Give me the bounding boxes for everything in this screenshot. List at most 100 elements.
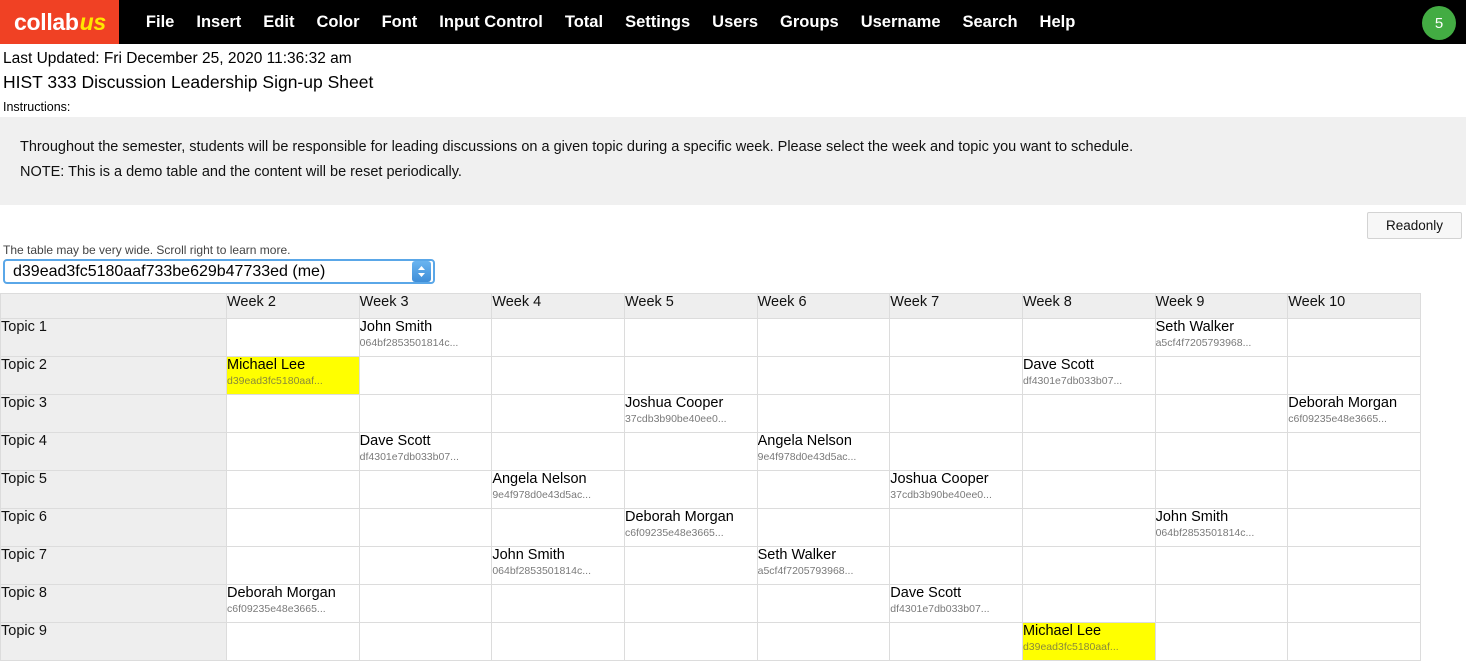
nav-item-total[interactable]: Total [554,0,614,44]
signup-cell[interactable] [226,394,360,433]
signup-cell[interactable] [358,508,493,547]
signup-cell[interactable] [889,622,1023,661]
signup-cell[interactable]: Dave Scott df4301e7db033b07... [889,584,1023,623]
signup-cell[interactable]: John Smith 064bf2853501814c... [491,546,625,585]
signup-cell[interactable] [623,622,758,661]
signup-cell[interactable] [1287,318,1421,357]
signup-cell[interactable] [1287,622,1421,661]
app-logo[interactable]: collab us [0,0,119,44]
signup-cell[interactable] [756,622,891,661]
signup-cell[interactable] [226,432,360,471]
nav-item-users[interactable]: Users [701,0,769,44]
nav-item-font[interactable]: Font [371,0,429,44]
signup-cell[interactable] [1021,584,1156,623]
signup-cell[interactable] [623,470,758,509]
nav-item-groups[interactable]: Groups [769,0,850,44]
signup-cell[interactable] [889,432,1023,471]
nav-item-input-control[interactable]: Input Control [428,0,554,44]
signup-cell[interactable] [226,470,360,509]
signup-cell[interactable] [491,318,625,357]
chevron-updown-icon[interactable] [412,261,431,282]
nav-item-file[interactable]: File [135,0,185,44]
signup-cell[interactable] [226,546,360,585]
signup-cell[interactable] [491,508,625,547]
signup-cell[interactable]: Dave Scott df4301e7db033b07... [358,432,493,471]
signup-cell[interactable] [1021,470,1156,509]
signup-cell[interactable] [1287,470,1421,509]
signup-cell[interactable] [889,318,1023,357]
user-select[interactable]: d39ead3fc5180aaf733be629b47733ed (me) [3,259,435,284]
notification-badge[interactable]: 5 [1422,6,1456,40]
signup-cell[interactable] [226,508,360,547]
signup-cell[interactable] [889,394,1023,433]
signup-cell[interactable] [1021,508,1156,547]
nav-item-insert[interactable]: Insert [185,0,252,44]
signup-cell[interactable] [1287,584,1421,623]
signup-cell[interactable] [756,508,891,547]
signup-cell[interactable] [756,356,891,395]
nav-item-username[interactable]: Username [850,0,952,44]
signup-cell[interactable] [889,546,1023,585]
signup-cell[interactable] [756,470,891,509]
signup-cell[interactable] [1021,546,1156,585]
signup-cell[interactable] [756,394,891,433]
signup-cell[interactable] [623,584,758,623]
signup-cell[interactable] [889,508,1023,547]
signup-cell[interactable] [1154,470,1289,509]
signup-cell[interactable] [1021,318,1156,357]
nav-item-color[interactable]: Color [305,0,370,44]
signup-table-container[interactable]: Week 2 Week 3 Week 4 Week 5 Week 6 Week 7 Week… [0,293,1421,661]
signup-cell[interactable] [491,584,625,623]
signup-cell[interactable] [623,356,758,395]
signup-cell[interactable] [1287,356,1421,395]
signup-cell[interactable]: Angela Nelson 9e4f978d0e43d5ac... [491,470,625,509]
readonly-button[interactable]: Readonly [1366,212,1462,239]
signup-cell[interactable]: Michael Lee d39ead3fc5180aaf... [1021,622,1156,661]
signup-cell[interactable] [1287,546,1421,585]
signup-cell[interactable] [756,584,891,623]
signup-cell[interactable] [491,394,625,433]
signup-cell[interactable] [889,356,1023,395]
signup-cell[interactable] [491,432,625,471]
signup-cell[interactable] [226,318,360,357]
signup-cell[interactable]: Seth Walker a5cf4f7205793968... [1154,318,1289,357]
signup-cell[interactable] [358,394,493,433]
signup-cell[interactable] [358,470,493,509]
nav-item-search[interactable]: Search [952,0,1029,44]
signup-cell[interactable] [226,622,360,661]
signup-cell[interactable] [1154,394,1289,433]
signup-cell[interactable] [491,356,625,395]
signup-cell[interactable]: Deborah Morgan c6f09235e48e3665... [226,584,360,623]
signup-cell[interactable] [623,318,758,357]
signup-cell[interactable] [358,622,493,661]
signup-cell[interactable] [1154,432,1289,471]
signup-cell[interactable]: Joshua Cooper 37cdb3b90be40ee0... [889,470,1023,509]
signup-cell[interactable] [358,546,493,585]
nav-item-settings[interactable]: Settings [614,0,701,44]
signup-cell[interactable] [1021,432,1156,471]
signup-cell[interactable] [756,318,891,357]
signup-cell[interactable]: Angela Nelson 9e4f978d0e43d5ac... [756,432,891,471]
signup-cell[interactable]: Deborah Morgan c6f09235e48e3665... [1287,394,1421,433]
signup-cell[interactable] [1154,356,1289,395]
nav-item-edit[interactable]: Edit [252,0,305,44]
signup-cell[interactable]: John Smith 064bf2853501814c... [1154,508,1289,547]
signup-cell[interactable] [1287,508,1421,547]
signup-cell[interactable]: Deborah Morgan c6f09235e48e3665... [623,508,758,547]
signup-cell[interactable]: Michael Lee d39ead3fc5180aaf... [226,356,360,395]
signup-cell[interactable]: John Smith 064bf2853501814c... [358,318,493,357]
signup-cell[interactable] [1154,584,1289,623]
nav-item-help[interactable]: Help [1029,0,1087,44]
signup-cell[interactable] [1021,394,1156,433]
signup-cell[interactable] [1154,622,1289,661]
signup-cell[interactable]: Dave Scott df4301e7db033b07... [1021,356,1156,395]
signup-cell[interactable]: Joshua Cooper 37cdb3b90be40ee0... [623,394,758,433]
signup-cell[interactable] [358,356,493,395]
signup-cell[interactable]: Seth Walker a5cf4f7205793968... [756,546,891,585]
signup-cell[interactable] [1287,432,1421,471]
signup-cell[interactable] [623,432,758,471]
signup-cell[interactable] [1154,546,1289,585]
signup-cell[interactable] [623,546,758,585]
signup-cell[interactable] [491,622,625,661]
signup-cell[interactable] [358,584,493,623]
